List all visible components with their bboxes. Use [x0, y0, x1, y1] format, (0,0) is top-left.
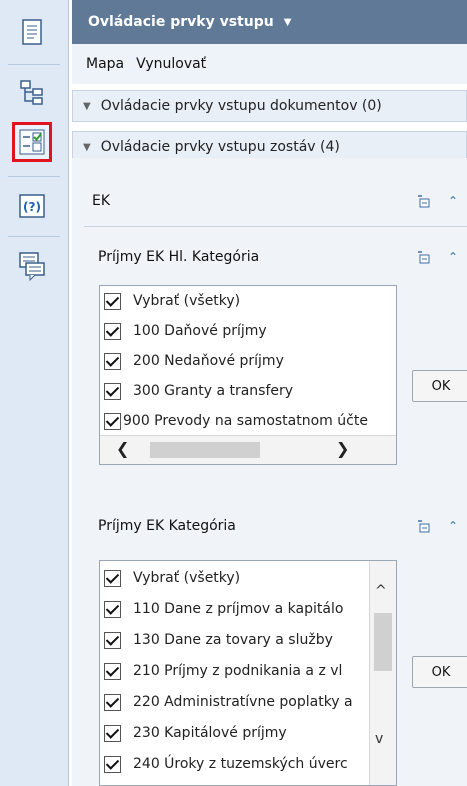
filter-tools: ⌃	[416, 519, 460, 533]
input-controls-icon[interactable]	[12, 122, 52, 162]
checkbox[interactable]	[104, 724, 121, 742]
checkbox[interactable]	[104, 662, 121, 680]
list-item[interactable]: 220 Administratívne poplatky a	[100, 687, 370, 717]
list-item[interactable]: 110 Dane z príjmov a kapitálo	[100, 594, 370, 624]
list-item[interactable]: Vybrať (všetky)	[100, 563, 370, 593]
menu-item-reset[interactable]: Vynulovať	[136, 56, 206, 72]
checkbox[interactable]	[104, 631, 121, 649]
list-item[interactable]: 300 Granty a transfery	[100, 376, 396, 406]
checkbox[interactable]	[104, 600, 121, 618]
panel-menu: Mapa Vynulovať	[72, 44, 467, 84]
scroll-left-icon[interactable]: ❮	[116, 439, 129, 458]
checkbox[interactable]	[104, 412, 121, 430]
panel-header[interactable]: Ovládacie prvky vstupu ▼	[72, 0, 467, 44]
checkbox[interactable]	[104, 569, 121, 587]
filter-listbox[interactable]: Vybrať (všetky) 110 Dane z príjmov a kap…	[99, 560, 397, 786]
chevron-down-icon[interactable]: ▼	[284, 17, 292, 28]
list-item[interactable]: 240 Úroky z tuzemských úverc	[100, 749, 370, 779]
collapse-icon: ▼	[83, 141, 91, 153]
collapse-icon: ▼	[83, 100, 91, 112]
filter-tools: ⌃	[416, 250, 460, 264]
scroll-thumb[interactable]	[374, 613, 392, 671]
checkbox[interactable]	[104, 292, 121, 310]
tree-icon[interactable]	[14, 74, 50, 110]
vertical-scrollbar[interactable]: ^ v	[369, 561, 396, 785]
panel-title: Ovládacie prvky vstupu	[88, 14, 274, 30]
filter-title: Príjmy EK Hl. Kategória	[98, 249, 260, 265]
checkbox[interactable]	[104, 352, 121, 370]
filter-title: Príjmy EK Kategória	[98, 518, 236, 534]
list-item[interactable]: Vybrať (všetky)	[100, 286, 396, 316]
collapse-up-icon[interactable]: ⌃	[446, 519, 460, 533]
rail-divider	[8, 176, 60, 177]
svg-text:(?): (?)	[23, 200, 41, 214]
group-icon[interactable]	[416, 250, 430, 264]
section-tools: ⌃	[416, 194, 460, 208]
group-icon[interactable]	[416, 519, 430, 533]
checkbox[interactable]	[104, 322, 121, 340]
left-toolbar: (?)	[0, 0, 69, 786]
rail-divider	[8, 64, 60, 65]
list-item[interactable]: 210 Príjmy z podnikania a z vl	[100, 656, 370, 686]
ok-button[interactable]: OK	[412, 656, 467, 688]
list-item[interactable]: 100 Daňové príjmy	[100, 316, 396, 346]
list-item[interactable]: 200 Nedaňové príjmy	[100, 346, 396, 376]
accordion-document-controls[interactable]: ▼ Ovládacie prvky vstupu dokumentov (0)	[72, 90, 467, 122]
help-icon[interactable]: (?)	[14, 188, 50, 224]
scroll-up-icon[interactable]: ^	[375, 583, 387, 599]
checkbox[interactable]	[104, 382, 121, 400]
scroll-down-icon[interactable]: v	[375, 731, 383, 747]
list-item[interactable]: 130 Dane za tovary a služby	[100, 625, 370, 655]
comment-icon[interactable]	[14, 248, 50, 284]
rail-divider	[8, 236, 60, 237]
collapse-up-icon[interactable]: ⌃	[446, 194, 460, 208]
filter-listbox[interactable]: Vybrať (všetky) 100 Daňové príjmy 200 Ne…	[99, 285, 397, 465]
document-icon[interactable]	[14, 14, 50, 50]
accordion-label: Ovládacie prvky vstupu dokumentov (0)	[100, 98, 382, 114]
checkbox[interactable]	[104, 755, 121, 773]
ok-button[interactable]: OK	[412, 370, 467, 402]
list-item[interactable]: 230 Kapitálové príjmy	[100, 718, 370, 748]
section-divider	[84, 226, 467, 227]
accordion-label: Ovládacie prvky vstupu zostáv (4)	[100, 139, 340, 155]
scroll-right-icon[interactable]: ❯	[336, 439, 349, 458]
horizontal-scrollbar[interactable]: ❮ ❯	[100, 435, 396, 464]
collapse-up-icon[interactable]: ⌃	[446, 250, 460, 264]
section-title: EK	[92, 193, 111, 209]
group-icon[interactable]	[416, 194, 430, 208]
menu-item-map[interactable]: Mapa	[86, 56, 124, 72]
list-item[interactable]: 900 Prevody na samostatnom účte	[100, 406, 396, 436]
scroll-thumb[interactable]	[150, 442, 260, 458]
checkbox[interactable]	[104, 693, 121, 711]
